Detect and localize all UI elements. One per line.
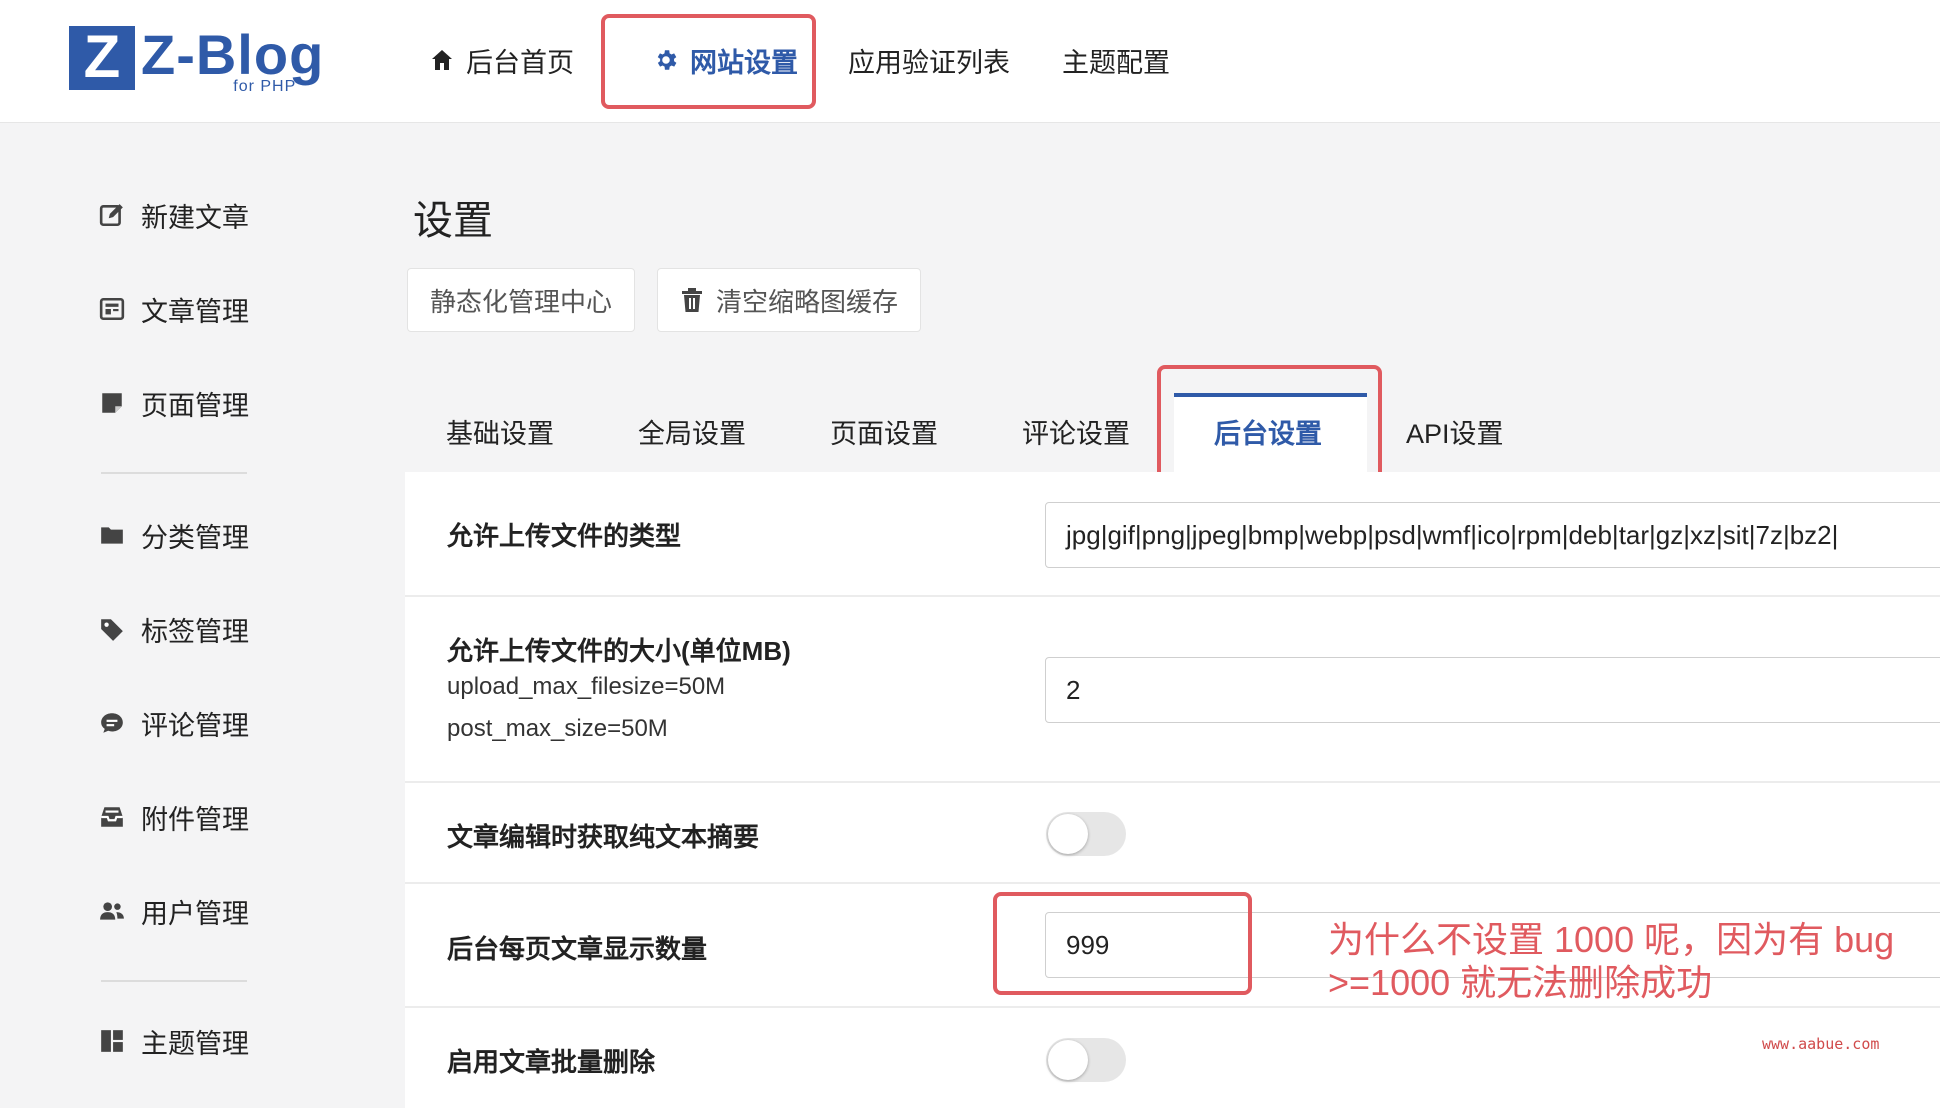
tag-icon bbox=[97, 614, 127, 644]
upload-size-label: 允许上传文件的大小(单位MB) bbox=[447, 636, 791, 666]
sidebar-item-tag-manage[interactable]: 标签管理 bbox=[97, 604, 249, 654]
tab-comment-settings[interactable]: 评论设置 bbox=[1022, 412, 1130, 451]
comment-icon bbox=[97, 708, 127, 738]
edit-icon bbox=[97, 200, 127, 230]
page-icon bbox=[97, 388, 127, 418]
attachment-icon bbox=[97, 802, 127, 832]
upload-max-filesize-text: upload_max_filesize=50M bbox=[447, 673, 726, 700]
sidebar-item-label: 文章管理 bbox=[141, 296, 249, 327]
annotation-line-2: >=1000 就无法删除成功 bbox=[1328, 962, 1713, 1003]
sidebar-item-user-manage[interactable]: 用户管理 bbox=[97, 886, 249, 936]
sidebar-divider bbox=[101, 980, 247, 982]
sidebar-item-label: 主题管理 bbox=[141, 1028, 249, 1059]
sidebar-item-theme-manage[interactable]: 主题管理 bbox=[97, 1016, 249, 1066]
sidebar-item-new-post[interactable]: 新建文章 bbox=[97, 190, 249, 240]
sidebar-item-attachment-manage[interactable]: 附件管理 bbox=[97, 792, 249, 842]
row-plain-summary: 文章编辑时获取纯文本摘要 bbox=[405, 783, 1940, 884]
tab-global-settings[interactable]: 全局设置 bbox=[638, 412, 746, 451]
per-page-label: 后台每页文章显示数量 bbox=[447, 934, 708, 964]
batch-delete-toggle[interactable] bbox=[1046, 1038, 1126, 1082]
sidebar-divider bbox=[101, 472, 247, 474]
upload-types-input[interactable]: jpg|gif|png|jpeg|bmp|webp|psd|wmf|ico|rp… bbox=[1045, 502, 1940, 568]
nav-site-settings-label: 网站设置 bbox=[690, 47, 798, 78]
settings-panel: 允许上传文件的类型 jpg|gif|png|jpeg|bmp|webp|psd|… bbox=[405, 472, 1940, 1108]
sidebar-item-label: 附件管理 bbox=[141, 804, 249, 835]
row-upload-size: 允许上传文件的大小(单位MB) upload_max_filesize=50M … bbox=[405, 597, 1940, 783]
sidebar-item-category-manage[interactable]: 分类管理 bbox=[97, 510, 249, 560]
zblog-logo[interactable]: Z Z-Blog for PHP bbox=[69, 23, 325, 96]
plain-summary-toggle[interactable] bbox=[1046, 812, 1126, 856]
tab-admin-settings[interactable]: 后台设置 bbox=[1214, 412, 1322, 451]
sidebar-item-label: 评论管理 bbox=[141, 710, 249, 741]
batch-delete-label: 启用文章批量删除 bbox=[447, 1047, 656, 1077]
nav-home-label: 后台首页 bbox=[466, 47, 574, 78]
home-icon bbox=[428, 46, 456, 74]
sidebar-item-label: 分类管理 bbox=[141, 522, 249, 553]
logo-text: Z-Blog for PHP bbox=[141, 23, 325, 96]
sidebar-item-page-manage[interactable]: 页面管理 bbox=[97, 378, 249, 428]
plain-summary-label: 文章编辑时获取纯文本摘要 bbox=[447, 822, 760, 852]
theme-icon bbox=[97, 1026, 127, 1056]
sidebar-item-comment-manage[interactable]: 评论管理 bbox=[97, 698, 249, 748]
clear-thumb-cache-button[interactable]: 清空缩略图缓存 bbox=[657, 268, 922, 332]
logo-name: Z-Blog bbox=[141, 23, 325, 86]
nav-theme-config[interactable]: 主题配置 bbox=[1062, 0, 1170, 120]
nav-home[interactable]: 后台首页 bbox=[428, 0, 574, 120]
sidebar: 新建文章 文章管理 页面管理 分类管理 标签管理 评论管理 附件管理 用户管理 … bbox=[0, 123, 330, 1108]
toggle-knob bbox=[1048, 1040, 1088, 1080]
users-icon bbox=[97, 896, 127, 926]
watermark: www.aabue.com bbox=[1762, 1035, 1880, 1053]
annotation-line-1: 为什么不设置 1000 呢，因为有 bug bbox=[1328, 919, 1895, 960]
top-nav: 后台首页 网站设置 应用验证列表 主题配置 bbox=[428, 0, 1170, 120]
upload-size-input[interactable]: 2 bbox=[1045, 657, 1940, 723]
sidebar-item-label: 页面管理 bbox=[141, 390, 249, 421]
logo-mark: Z bbox=[69, 26, 135, 90]
upload-types-label: 允许上传文件的类型 bbox=[447, 521, 682, 551]
static-center-button-label: 静态化管理中心 bbox=[430, 286, 613, 317]
row-batch-delete: 启用文章批量删除 bbox=[405, 1008, 1940, 1108]
nav-app-verify[interactable]: 应用验证列表 bbox=[848, 0, 1010, 120]
gear-icon bbox=[652, 46, 680, 74]
row-upload-types: 允许上传文件的类型 jpg|gif|png|jpeg|bmp|webp|psd|… bbox=[405, 472, 1940, 597]
nav-site-settings[interactable]: 网站设置 bbox=[652, 0, 798, 120]
nav-app-verify-label: 应用验证列表 bbox=[848, 47, 1010, 78]
nav-theme-config-label: 主题配置 bbox=[1062, 47, 1170, 78]
annotation-note: 为什么不设置 1000 呢，因为有 bug >=1000 就无法删除成功 bbox=[1328, 918, 1894, 1004]
static-center-button[interactable]: 静态化管理中心 bbox=[407, 268, 636, 332]
toggle-knob bbox=[1048, 814, 1088, 854]
tab-basic-settings[interactable]: 基础设置 bbox=[446, 412, 554, 451]
tab-page-settings[interactable]: 页面设置 bbox=[830, 412, 938, 451]
sidebar-item-label: 用户管理 bbox=[141, 898, 249, 929]
tab-api-settings[interactable]: API设置 bbox=[1406, 412, 1504, 451]
sidebar-item-label: 新建文章 bbox=[141, 202, 249, 233]
article-list-icon bbox=[97, 294, 127, 324]
folder-icon bbox=[97, 520, 127, 550]
top-header: Z Z-Blog for PHP 后台首页 网站设置 应用验证列表 主题配置 bbox=[0, 0, 1940, 123]
clear-thumb-cache-button-label: 清空缩略图缓存 bbox=[716, 286, 899, 317]
post-max-size-text: post_max_size=50M bbox=[447, 715, 668, 742]
trash-icon bbox=[680, 287, 706, 313]
sidebar-item-article-manage[interactable]: 文章管理 bbox=[97, 284, 249, 334]
page-title: 设置 bbox=[413, 199, 493, 243]
logo-sub: for PHP bbox=[233, 78, 297, 95]
sidebar-item-label: 标签管理 bbox=[141, 616, 249, 647]
